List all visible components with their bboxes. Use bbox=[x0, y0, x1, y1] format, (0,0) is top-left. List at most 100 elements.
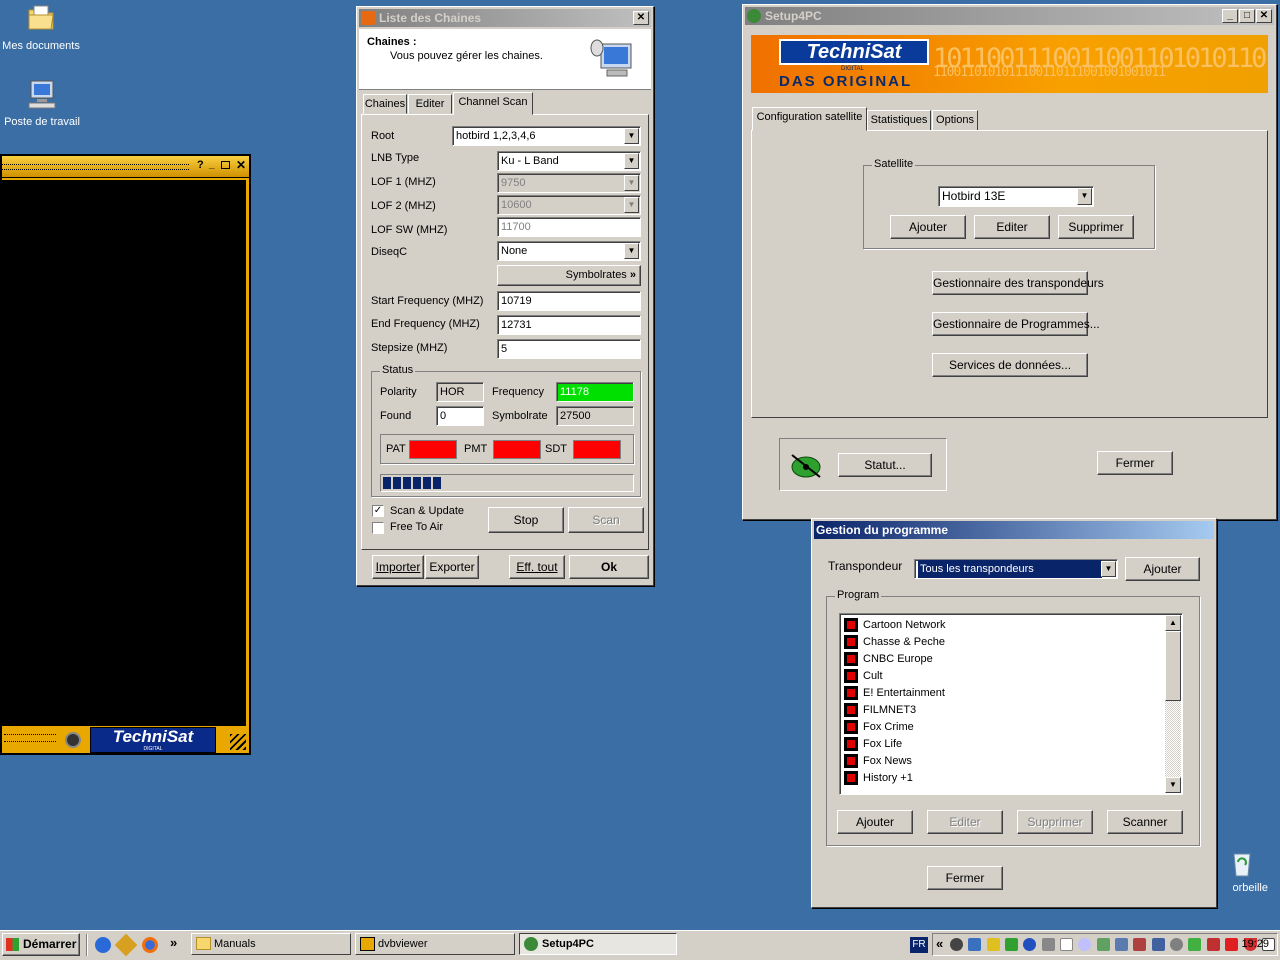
program-list-item[interactable]: Cult bbox=[844, 667, 1162, 684]
stop-button[interactable]: Stop bbox=[488, 507, 564, 533]
root-select[interactable]: hotbird 1,2,3,4,6 ▼ bbox=[452, 126, 641, 146]
transponder-select[interactable]: Tous les transpondeurs ▼ bbox=[914, 559, 1118, 579]
import-button[interactable]: Importer bbox=[372, 555, 424, 579]
firefox-quicklaunch-icon[interactable] bbox=[142, 937, 158, 953]
player-menu-icon[interactable] bbox=[65, 732, 81, 748]
scan-program-button[interactable]: Scanner bbox=[1107, 810, 1183, 834]
close-button[interactable]: ✕ bbox=[1256, 9, 1272, 23]
scroll-thumb[interactable] bbox=[1165, 631, 1181, 701]
lnb-select[interactable]: Ku - L Band ▼ bbox=[497, 151, 641, 171]
help-icon[interactable]: ? bbox=[197, 159, 204, 171]
scroll-up-button[interactable]: ▲ bbox=[1165, 615, 1181, 631]
minimize-icon[interactable]: _ bbox=[209, 159, 215, 170]
tab-editer[interactable]: Editer bbox=[408, 94, 452, 114]
desktop-icon-my-documents[interactable]: Mes documents bbox=[1, 2, 81, 52]
chevron-down-icon[interactable]: ▼ bbox=[1077, 188, 1092, 205]
tray-gauge-icon[interactable] bbox=[1170, 938, 1184, 952]
scan-update-checkbox[interactable]: ✓ bbox=[372, 505, 384, 517]
data-services-button[interactable]: Services de données... bbox=[932, 353, 1088, 377]
program-close-button[interactable]: Fermer bbox=[927, 866, 1003, 890]
end-frequency-input[interactable]: 12731 bbox=[497, 315, 641, 335]
chevron-down-icon[interactable]: ▼ bbox=[1101, 561, 1116, 577]
setup-titlebar[interactable]: Setup4PC _ □ ✕ bbox=[745, 7, 1274, 25]
language-indicator[interactable]: FR bbox=[910, 937, 928, 953]
desktop-icon-my-computer[interactable]: Poste de travail bbox=[2, 78, 82, 128]
edit-program-button[interactable]: Editer bbox=[927, 810, 1003, 834]
resize-grip-icon[interactable] bbox=[230, 734, 246, 750]
delete-satellite-button[interactable]: Supprimer bbox=[1058, 215, 1134, 239]
tab-statistiques[interactable]: Statistiques bbox=[867, 110, 931, 131]
program-list-item[interactable]: Chasse & Peche bbox=[844, 633, 1162, 650]
chevron-down-icon[interactable]: ▼ bbox=[624, 128, 639, 144]
program-scrollbar[interactable]: ▲ ▼ bbox=[1165, 615, 1181, 793]
ok-button[interactable]: Ok bbox=[569, 555, 649, 579]
tray-bluetooth-icon[interactable] bbox=[1023, 938, 1037, 952]
tray-green-icon[interactable] bbox=[1005, 938, 1019, 952]
chevron-down-icon[interactable]: ▼ bbox=[624, 153, 639, 169]
tab-chaines[interactable]: Chaines bbox=[363, 94, 407, 114]
lof2-select[interactable]: 10600 ▼ bbox=[497, 195, 641, 215]
tray-star-icon[interactable] bbox=[986, 938, 1000, 952]
setup-window[interactable]: Setup4PC _ □ ✕ TechniSat DIGITAL DAS ORI… bbox=[742, 4, 1277, 520]
program-list-item[interactable]: FILMNET3 bbox=[844, 701, 1162, 718]
tray-network2-icon[interactable] bbox=[1115, 938, 1129, 952]
program-list-item[interactable]: Fox News bbox=[844, 752, 1162, 769]
satellite-select[interactable]: Hotbird 13E ▼ bbox=[938, 186, 1094, 207]
lofsw-input[interactable]: 11700 bbox=[497, 217, 641, 237]
program-titlebar[interactable]: Gestion du programme bbox=[814, 521, 1214, 539]
edit-satellite-button[interactable]: Editer bbox=[974, 215, 1050, 239]
free-to-air-checkbox[interactable] bbox=[372, 522, 384, 534]
tray-leaf-icon[interactable] bbox=[1188, 938, 1202, 952]
tab-options[interactable]: Options bbox=[932, 110, 978, 131]
scan-button[interactable]: Scan bbox=[568, 507, 644, 533]
maximize-button[interactable]: □ bbox=[1239, 9, 1255, 23]
programs-manager-button[interactable]: Gestionnaire de Programmes... bbox=[932, 312, 1100, 336]
diseqc-select[interactable]: None ▼ bbox=[497, 241, 641, 261]
tray-face-icon[interactable] bbox=[1078, 938, 1092, 952]
tray-expand-icon[interactable]: « bbox=[936, 936, 943, 951]
player-controlbar[interactable]: TechniSat DIGITAL bbox=[2, 726, 249, 753]
delete-program-button[interactable]: Supprimer bbox=[1017, 810, 1093, 834]
setup-close-button[interactable]: Fermer bbox=[1097, 451, 1173, 475]
add-program-button[interactable]: Ajouter bbox=[837, 810, 913, 834]
task-manuals[interactable]: Manuals bbox=[191, 933, 351, 955]
clear-all-button[interactable]: Eff. tout bbox=[509, 555, 565, 579]
player-window[interactable]: ? _ ✕ TechniSat DIGITAL bbox=[0, 154, 251, 755]
program-window[interactable]: Gestion du programme Transpondeur Tous l… bbox=[811, 518, 1217, 908]
program-list[interactable]: Cartoon Network Chasse & Peche CNBC Europe… bbox=[839, 613, 1183, 795]
add-transponder-button[interactable]: Ajouter bbox=[1125, 557, 1200, 581]
scroll-down-button[interactable]: ▼ bbox=[1165, 777, 1181, 793]
lof1-select[interactable]: 9750 ▼ bbox=[497, 173, 641, 193]
tray-tool-icon[interactable] bbox=[1206, 938, 1220, 952]
quicklaunch-more-icon[interactable]: » bbox=[170, 935, 177, 950]
tab-configuration-satellite[interactable]: Configuration satellite bbox=[752, 107, 867, 131]
tray-monitor-icon[interactable] bbox=[1151, 938, 1165, 952]
close-button[interactable]: ✕ bbox=[633, 11, 649, 25]
stepsize-input[interactable]: 5 bbox=[497, 339, 641, 359]
channels-window[interactable]: Liste des Chaines ✕ Chaines : Vous pouve… bbox=[356, 6, 654, 586]
channels-titlebar[interactable]: Liste des Chaines ✕ bbox=[359, 9, 651, 27]
minimize-button[interactable]: _ bbox=[1222, 9, 1238, 23]
ie-quicklaunch-icon[interactable] bbox=[95, 937, 111, 953]
player-titlebar[interactable]: ? _ ✕ bbox=[2, 156, 249, 178]
tray-k-icon[interactable] bbox=[1225, 938, 1239, 952]
close-icon[interactable]: ✕ bbox=[236, 158, 246, 172]
program-list-item[interactable]: E! Entertainment bbox=[844, 684, 1162, 701]
export-button[interactable]: Exporter bbox=[425, 555, 479, 579]
tray-disconnect-icon[interactable] bbox=[1133, 938, 1147, 952]
program-list-item[interactable]: Fox Crime bbox=[844, 718, 1162, 735]
tab-channel-scan[interactable]: Channel Scan bbox=[453, 92, 533, 115]
tray-puzzle-icon[interactable] bbox=[1096, 938, 1110, 952]
add-satellite-button[interactable]: Ajouter bbox=[890, 215, 966, 239]
chevron-down-icon[interactable]: ▼ bbox=[624, 197, 639, 213]
tray-network-icon[interactable] bbox=[968, 938, 982, 952]
program-list-item[interactable]: History +1 bbox=[844, 769, 1162, 786]
tray-info-icon[interactable] bbox=[1060, 938, 1074, 952]
chevron-down-icon[interactable]: ▼ bbox=[624, 243, 639, 259]
transponders-manager-button[interactable]: Gestionnaire des transpondeurs bbox=[932, 271, 1104, 295]
symbolrates-button[interactable]: Symbolrates » bbox=[497, 265, 641, 286]
tray-clock-icon[interactable] bbox=[950, 938, 963, 952]
tray-volume-icon[interactable] bbox=[1041, 938, 1055, 952]
chevron-down-icon[interactable]: ▼ bbox=[624, 175, 639, 191]
task-dvbviewer[interactable]: dvbviewer bbox=[355, 933, 515, 955]
